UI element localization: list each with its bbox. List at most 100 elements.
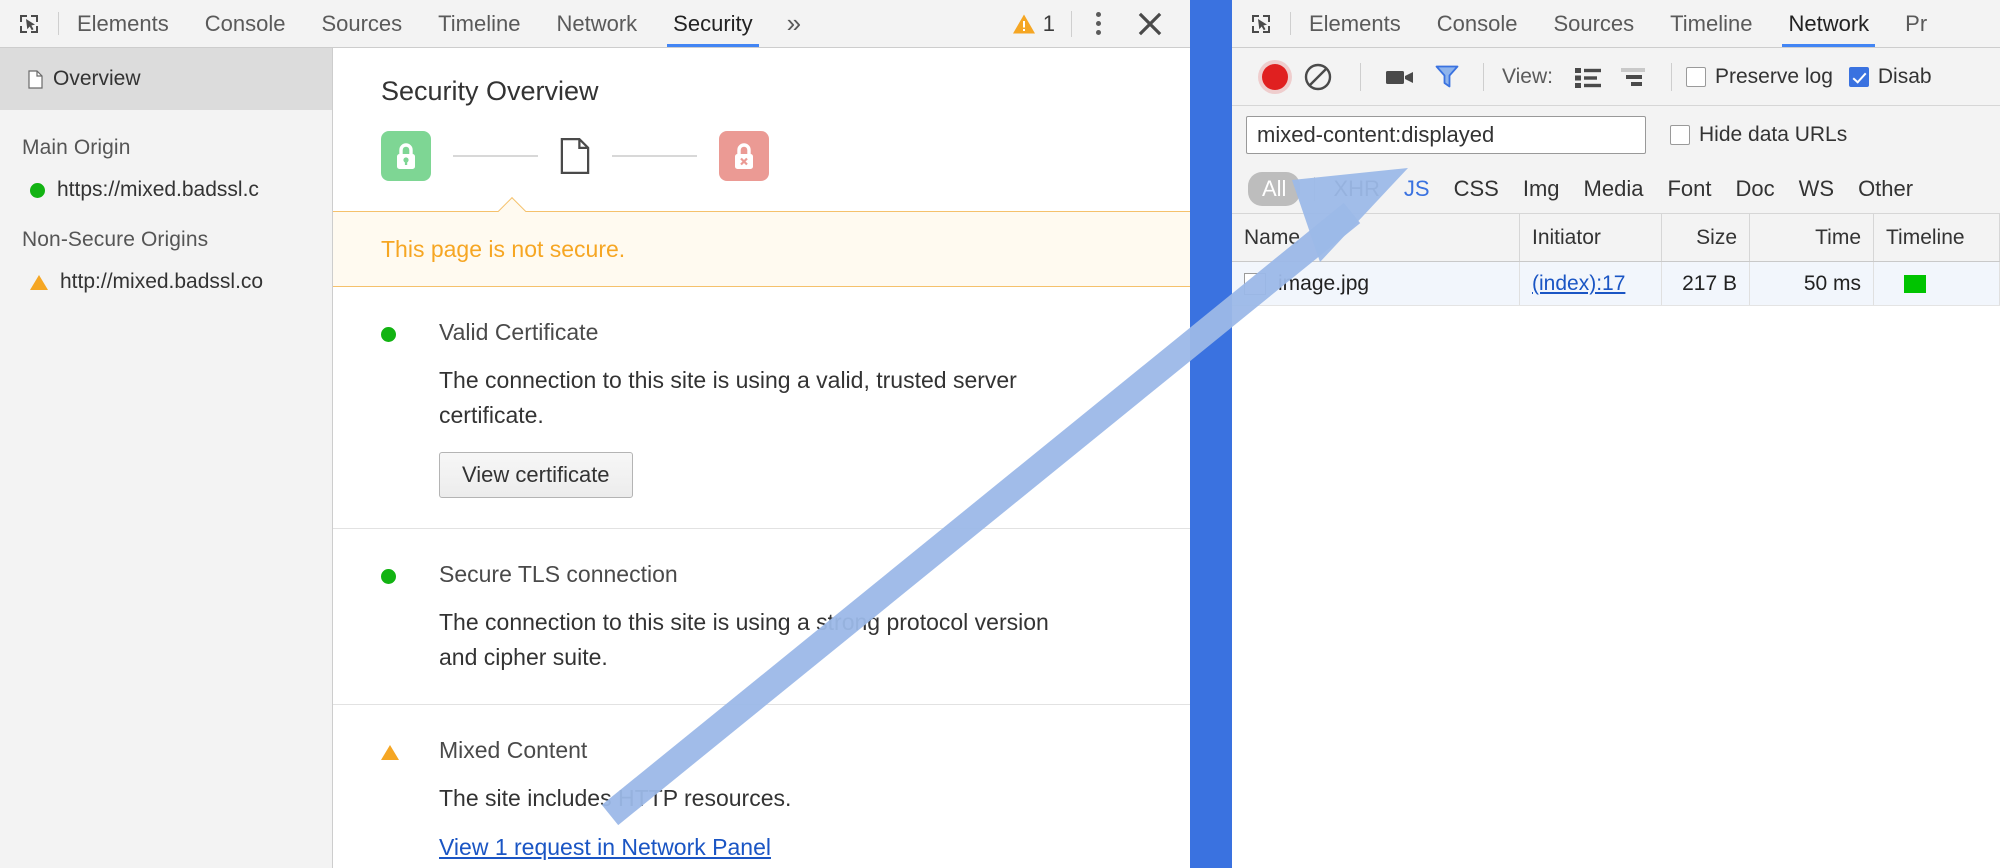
tab-sources[interactable]: Sources	[303, 0, 420, 47]
security-sidebar: Overview Main Origin https://mixed.badss…	[0, 48, 333, 868]
column-header-time[interactable]: Time	[1750, 214, 1874, 261]
list-view-icon[interactable]	[1574, 66, 1601, 88]
type-filter-xhr[interactable]: XHR	[1321, 176, 1391, 202]
sidebar-group-non-secure-origins: Non-Secure Origins	[22, 228, 209, 251]
sidebar-item-origin-secure[interactable]: https://mixed.badssl.c	[0, 160, 332, 202]
inspect-element-button[interactable]	[0, 0, 58, 47]
toolbar-divider	[1670, 62, 1672, 91]
sidebar-item-overview[interactable]: Overview	[0, 48, 332, 110]
kebab-menu-icon	[1095, 12, 1101, 35]
tab-network[interactable]: Network	[1770, 0, 1887, 47]
devtools-window-security: Elements Console Sources Timeline Networ…	[0, 0, 1190, 868]
status-marker	[381, 319, 439, 347]
type-filter-img[interactable]: Img	[1511, 176, 1572, 202]
screenshot-root: Elements Console Sources Timeline Networ…	[0, 0, 2000, 868]
funnel-filter-icon[interactable]	[1435, 64, 1459, 90]
network-empty-area	[1232, 306, 2000, 846]
network-requests-table: Name Initiator Size Time Timeline image.…	[1232, 214, 2000, 846]
column-header-size[interactable]: Size	[1662, 214, 1750, 261]
sidebar-item-origin-nonsecure[interactable]: http://mixed.badssl.co	[0, 252, 332, 294]
checkbox-box	[1685, 66, 1706, 87]
cell-initiator: (index):17	[1520, 262, 1662, 305]
inspect-element-button[interactable]	[1232, 0, 1290, 47]
red-lock-x-icon	[719, 131, 769, 181]
inspect-cursor-icon	[20, 14, 38, 33]
tab-profiles[interactable]: Pr	[1887, 0, 1945, 47]
tab-label: Sources	[1553, 10, 1635, 36]
hide-data-urls-checkbox[interactable]: Hide data URLs	[1670, 123, 1847, 147]
checkbox-box	[1848, 66, 1869, 87]
disable-cache-checkbox[interactable]: Disab	[1848, 65, 1932, 89]
tab-sources[interactable]: Sources	[1535, 0, 1652, 47]
warning-counter[interactable]: 1	[996, 11, 1071, 37]
left-tabs: Elements Console Sources Timeline Networ…	[59, 0, 817, 47]
right-tabs: Elements Console Sources Timeline Networ…	[1291, 0, 1945, 47]
resource-type-filters: All XHR JS CSS Img Media Font Doc WS Oth…	[1232, 164, 2000, 214]
document-icon	[28, 69, 43, 89]
view-certificate-button[interactable]: View certificate	[439, 452, 633, 498]
banner-text: This page is not secure.	[381, 235, 626, 262]
type-divider	[1314, 176, 1316, 201]
type-filter-all[interactable]: All	[1248, 171, 1301, 206]
tab-timeline[interactable]: Timeline	[1652, 0, 1770, 47]
warning-triangle-icon	[30, 274, 48, 290]
more-tabs-button[interactable]: »	[771, 0, 817, 47]
secure-dot-icon	[30, 182, 45, 198]
security-panel-body: Overview Main Origin https://mixed.badss…	[0, 48, 1190, 868]
section-body: The connection to this site is using a s…	[439, 609, 1049, 670]
type-filter-doc[interactable]: Doc	[1723, 176, 1786, 202]
column-header-timeline[interactable]: Timeline	[1874, 214, 2000, 261]
tab-network[interactable]: Network	[538, 0, 655, 47]
devtools-menu-button[interactable]	[1072, 0, 1124, 48]
preserve-log-checkbox[interactable]: Preserve log	[1685, 65, 1833, 89]
type-filter-js[interactable]: JS	[1392, 176, 1442, 202]
tab-elements[interactable]: Elements	[1291, 0, 1419, 47]
tab-label: Timeline	[1670, 10, 1753, 36]
cell-size: 217 B	[1662, 262, 1750, 305]
insecure-banner: This page is not secure.	[333, 211, 1190, 287]
checkbox-box	[1670, 125, 1690, 145]
tab-security[interactable]: Security	[655, 0, 770, 47]
column-header-initiator[interactable]: Initiator	[1520, 214, 1662, 261]
type-filter-other[interactable]: Other	[1846, 176, 1925, 202]
tab-label: Elements	[1309, 10, 1401, 36]
security-diagram	[333, 107, 1190, 181]
type-filter-media[interactable]: Media	[1572, 176, 1656, 202]
section-title: Valid Certificate	[439, 319, 599, 345]
clear-no-entry-icon[interactable]	[1304, 63, 1332, 91]
waterfall-view-icon[interactable]	[1620, 66, 1647, 88]
record-button-icon[interactable]	[1262, 63, 1288, 90]
security-overview-main: Security Overview This page is not secur…	[333, 48, 1190, 868]
devtools-window-network: Elements Console Sources Timeline Networ…	[1232, 0, 2000, 868]
table-row[interactable]: image.jpg (index):17 217 B 50 ms	[1232, 262, 2000, 306]
cell-time: 50 ms	[1750, 262, 1874, 305]
network-filter-input[interactable]	[1246, 116, 1646, 154]
type-filter-ws[interactable]: WS	[1787, 176, 1846, 202]
view-requests-link[interactable]: View 1 request in Network Panel	[439, 834, 771, 861]
tab-elements[interactable]: Elements	[59, 0, 187, 47]
timeline-bar	[1904, 274, 1926, 293]
origin-label: https://mixed.badssl.c	[57, 178, 259, 201]
initiator-link[interactable]: (index):17	[1532, 272, 1625, 296]
request-name-label: image.jpg	[1278, 271, 1370, 295]
tab-label: Security	[673, 10, 753, 36]
tab-timeline[interactable]: Timeline	[420, 0, 538, 47]
right-tabbar: Elements Console Sources Timeline Networ…	[1232, 0, 2000, 48]
close-devtools-button[interactable]	[1124, 0, 1176, 48]
tab-label: Timeline	[438, 10, 521, 36]
tab-console[interactable]: Console	[187, 0, 304, 47]
section-body: The site includes HTTP resources.	[439, 785, 792, 811]
tab-label: Pr	[1905, 10, 1928, 36]
window-splitter[interactable]	[1190, 0, 1232, 868]
tabbar-right-controls: 1	[996, 0, 1190, 47]
sidebar-overview-label: Overview	[53, 67, 141, 90]
tab-console[interactable]: Console	[1419, 0, 1536, 47]
left-tabbar: Elements Console Sources Timeline Networ…	[0, 0, 1190, 48]
type-filter-font[interactable]: Font	[1655, 176, 1723, 202]
camera-icon[interactable]	[1385, 66, 1415, 88]
section-title: Mixed Content	[439, 737, 588, 763]
type-filter-css[interactable]: CSS	[1442, 176, 1511, 202]
table-header-row: Name Initiator Size Time Timeline	[1232, 214, 2000, 262]
column-header-name[interactable]: Name	[1232, 214, 1520, 261]
request-type-icon	[1244, 272, 1266, 295]
